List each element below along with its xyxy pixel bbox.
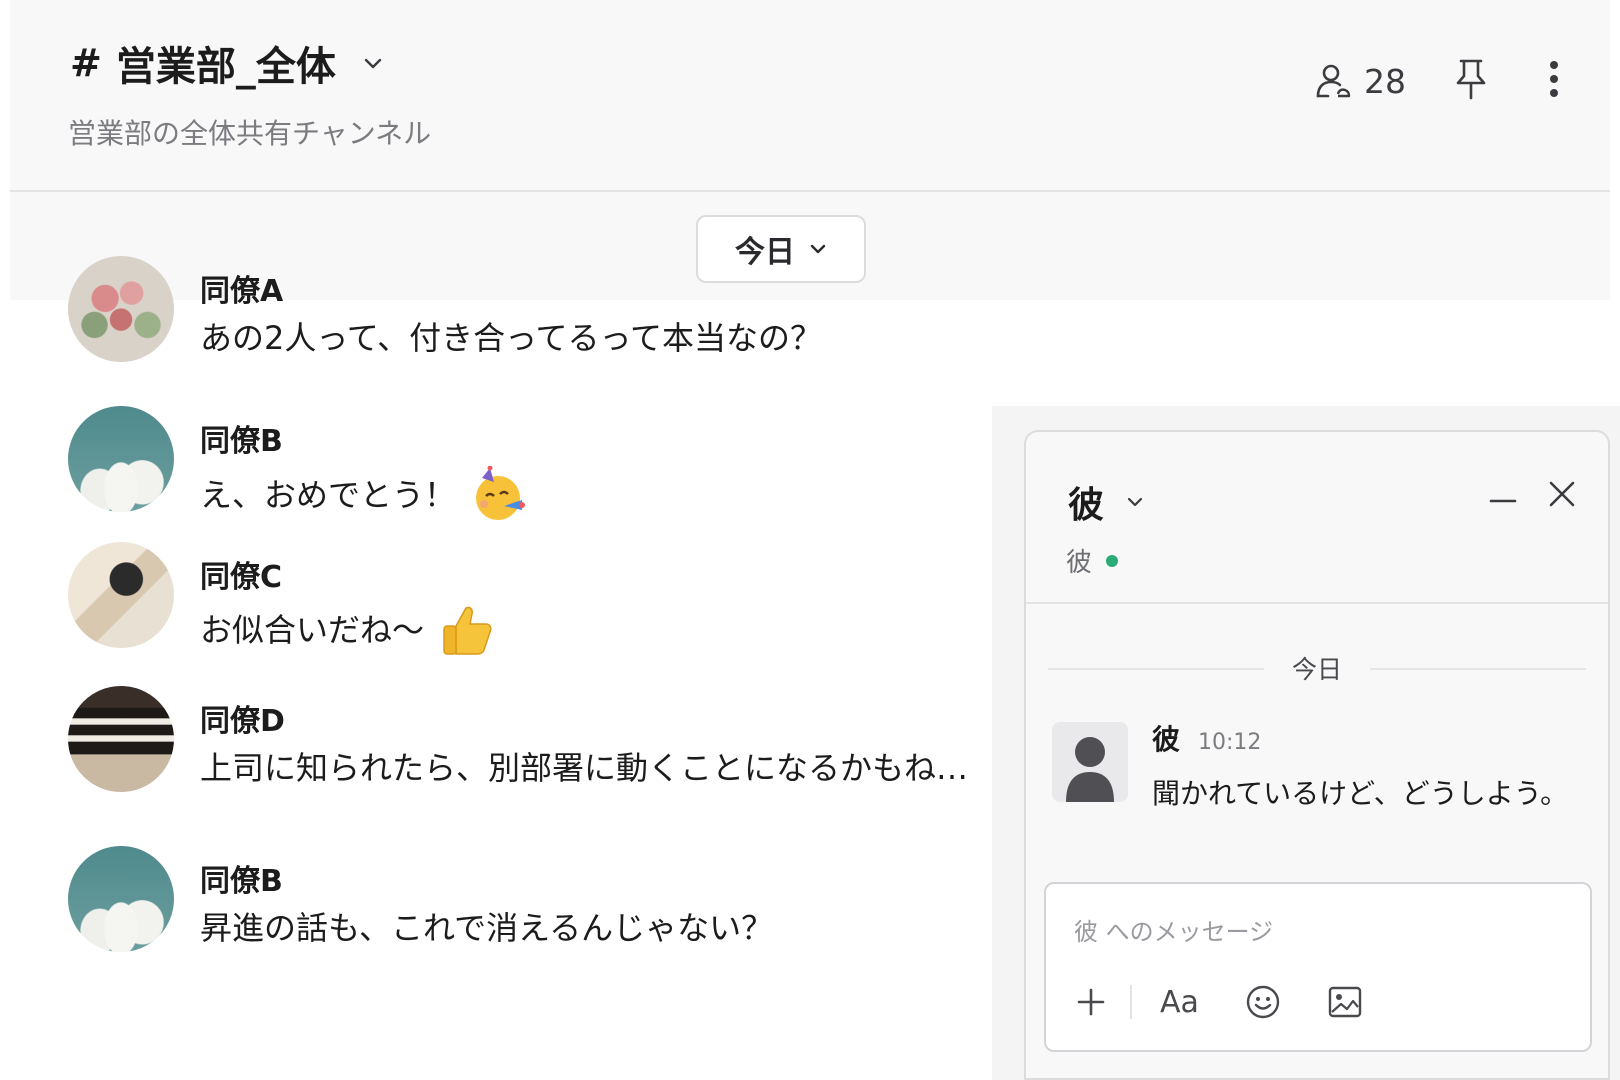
person-silhouette-icon: [1066, 737, 1114, 802]
attach-button[interactable]: [1076, 987, 1106, 1017]
image-icon: [1328, 986, 1362, 1018]
chevron-down-icon: [364, 58, 382, 69]
close-icon: [1549, 481, 1575, 507]
dm-title: 彼: [1068, 485, 1105, 526]
channel-header: # 営業部_全体 営業部の全体共有チャンネル 28: [10, 0, 1610, 192]
dm-message-text: 聞かれているけど、どうしよう。: [1152, 777, 1569, 810]
dm-message-author[interactable]: 彼: [1152, 718, 1180, 758]
message-text: え、おめでとう！: [200, 476, 457, 514]
dm-message: 彼 10:12 聞かれているけど、どうしよう。: [1052, 722, 1568, 812]
channel-hash: #: [70, 41, 102, 85]
default-avatar[interactable]: [1052, 722, 1128, 802]
pin-button[interactable]: [1454, 58, 1488, 104]
dm-panel: 彼 彼 今日 彼 10:12 聞かれているけど、どうしよう。 彼 へのメッセージ…: [1024, 430, 1610, 1080]
emoji-button[interactable]: [1245, 984, 1281, 1020]
message-item: 同僚A あの2人って、付き合ってるって本当なの？: [68, 256, 822, 362]
channel-name: 営業部_全体: [115, 44, 336, 90]
message-input[interactable]: [1072, 906, 1556, 958]
message-text: あの2人って、付き合ってるって本当なの？: [200, 319, 822, 357]
chevron-down-icon: [1127, 497, 1143, 507]
channel-description: 営業部の全体共有チャンネル: [68, 117, 432, 150]
members-button[interactable]: 28: [1314, 62, 1406, 101]
minimize-button[interactable]: [1488, 486, 1518, 520]
thumbs-up-icon: [443, 606, 492, 655]
avatar[interactable]: [68, 406, 174, 512]
toolbar-separator: [1130, 985, 1132, 1019]
smiley-icon: [1246, 985, 1280, 1019]
message-composer: Aa: [1044, 882, 1592, 1052]
minimize-icon: [1489, 499, 1517, 503]
dm-title-button[interactable]: 彼: [1068, 476, 1144, 528]
dm-message-time[interactable]: 10:12: [1198, 730, 1261, 755]
message-item: 同僚D 上司に知られたら、別部署に動くことになるかもね…: [68, 686, 968, 792]
dm-status: 彼: [1066, 542, 1119, 579]
channel-actions: 28: [1314, 58, 1560, 104]
pin-icon: [1456, 59, 1486, 100]
message-author[interactable]: 同僚A: [200, 274, 822, 310]
message-item: 同僚B え、おめでとう！: [68, 406, 528, 524]
avatar[interactable]: [68, 686, 174, 792]
presence-online-indicator: [1106, 554, 1119, 567]
dm-status-name: 彼: [1066, 548, 1093, 578]
close-button[interactable]: [1546, 478, 1578, 514]
message-text: 上司に知られたら、別部署に動くことになるかもね…: [200, 749, 969, 787]
member-count: 28: [1364, 61, 1406, 101]
message-item: 同僚C お似合いだね〜: [68, 542, 494, 658]
avatar[interactable]: [68, 256, 174, 362]
message-author[interactable]: 同僚D: [200, 704, 968, 740]
party-face-icon: [476, 466, 526, 520]
message-author[interactable]: 同僚B: [200, 864, 773, 900]
avatar[interactable]: [68, 846, 174, 952]
message-item: 同僚B 昇進の話も、これで消えるんじゃない？: [68, 846, 773, 952]
message-text: お似合いだね〜: [200, 611, 425, 649]
format-button[interactable]: Aa: [1160, 985, 1199, 1020]
plus-icon: [1077, 988, 1105, 1016]
image-upload-button[interactable]: [1327, 984, 1363, 1020]
channel-title-button[interactable]: # 営業部_全体: [70, 34, 384, 92]
more-vertical-icon: [1550, 61, 1558, 97]
dm-header: 彼 彼: [1026, 432, 1608, 604]
message-text: 昇進の話も、これで消えるんじゃない？: [200, 909, 774, 947]
message-author[interactable]: 同僚B: [200, 424, 528, 460]
composer-toolbar: Aa: [1076, 984, 1363, 1020]
people-icon: [1316, 64, 1351, 98]
avatar[interactable]: [68, 542, 174, 648]
more-options-button[interactable]: [1548, 59, 1560, 103]
message-author[interactable]: 同僚C: [200, 560, 494, 596]
dm-date-label: 今日: [1263, 650, 1371, 686]
